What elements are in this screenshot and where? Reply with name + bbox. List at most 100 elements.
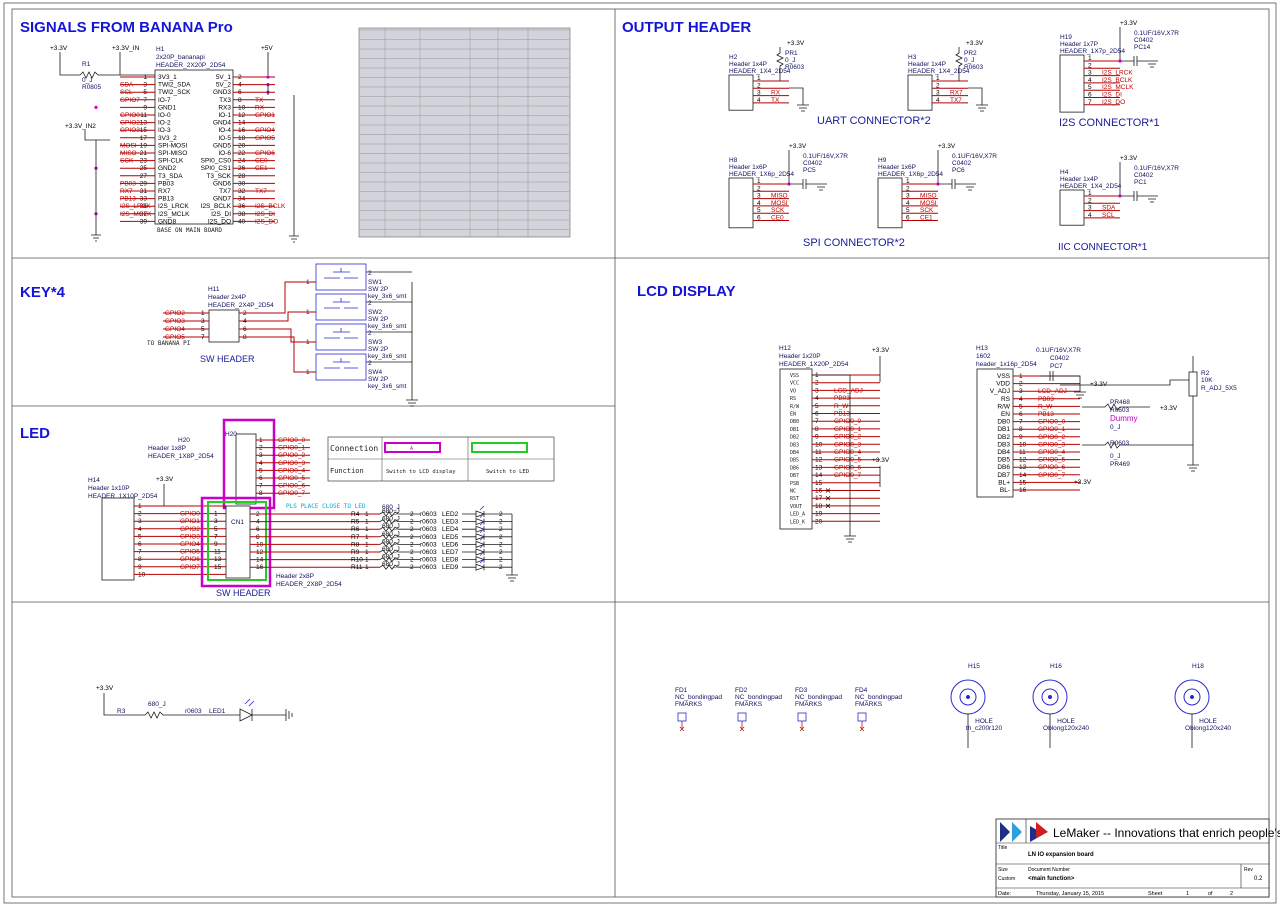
h20-signal: GPIO0_7 [278,490,305,497]
led-symbol [462,540,512,548]
section-title-output: OUTPUT HEADER [622,19,751,36]
h3-signal: RX7 [950,90,963,97]
i2s-label: I2S CONNECTOR*1 [1059,117,1160,129]
h1-pin-name: 5V_2 [216,82,232,89]
h20-ref: H20 [225,431,237,438]
res-value: 680_J [382,538,400,545]
h13-pin-name: DB1 [997,426,1010,433]
h4-signal: SCL [1102,212,1115,219]
r3-footprint: r0603 [185,708,202,715]
h19-signal: I2S_LRCK [1102,70,1133,77]
h3-ref: H3 [908,54,917,61]
section-title-key: KEY*4 [20,284,66,301]
power-3v3: +3.3V [789,143,807,150]
h1-footprint: HEADER_2X20P_2D54 [156,62,226,69]
h9-signal: SCK [920,207,934,214]
h13-signal: GPIO0_2 [1038,434,1065,441]
h12-value: Header 1x20P [779,353,821,360]
section-title-led: LED [20,425,50,442]
h1-pin-name: I2S_DI [211,211,231,218]
pr468-dummy: Dummy [1110,414,1138,423]
h12-pin-name: DB5 [790,458,799,464]
h19-value: Header 1x7P [1060,41,1098,48]
res-footprint: r0603 [420,557,437,564]
switch-body [315,353,367,381]
h1-pin-name: I2S_BCLK [201,203,232,210]
h3-value: Header 1x4P [908,61,946,68]
cn1-title: SW HEADER [216,588,271,598]
size-value: Custom [998,876,1015,882]
h1-pin-name: IO-0 [158,112,171,119]
pr468-value: 0_J [1110,424,1120,431]
h1-ref: H1 [156,46,165,53]
h9-spi-header: H9Header 1x6PHEADER_1X6p_2D54123 MISO 4 MOS… [877,143,997,229]
h14-ref: H14 [88,477,100,484]
h19-pin-num: 5 [1088,84,1092,91]
junction-dot [787,182,791,186]
power-3v3: +3.3V [1120,155,1138,162]
h19-signal: I2S_MCLK [1102,84,1134,91]
cn1-pin-num: 7 [214,533,218,540]
pr469-footprint: R0603 [1110,440,1130,447]
led1-3v3: +3.3V [96,685,114,692]
h3-pin-num: 2 [936,82,940,89]
h12-pin-name: NC [790,489,796,495]
h8-signal: SCK [771,207,785,214]
power-3v3: +3.3V [787,40,805,47]
h1-left-signal: GPIO2 [120,120,140,127]
r2-body [1188,371,1198,397]
res-value: 680_J [382,531,400,538]
hole-center [1048,695,1052,699]
res-pin: 2 [410,549,414,556]
h19-cap-val: 0.1UF/16V,X7R [1134,30,1179,37]
h1-pin-name: IO-4 [218,127,231,134]
h12-pin-name: LED_A [790,512,805,518]
switch-footprint: key_3x6_smt [368,383,406,390]
company-name: LeMaker -- Innovations that enrich peopl… [1053,826,1280,840]
h8-cap-ref: PC5 [803,167,816,174]
switch-footprint: key_3x6_smt [368,353,406,360]
mark-footprint: FMARKS [675,701,703,708]
res-ref: R4 [351,511,360,518]
res-pin: 1 [365,557,369,564]
h14-signal: GPIO3 [180,533,200,540]
led-symbol [462,563,512,571]
key-pin-num: 7 [201,334,205,341]
ground-symbol [968,87,988,112]
h20-signal: GPIO0_4 [278,467,305,474]
title-block: LeMaker -- Innovations that enrich peopl… [995,818,1280,898]
h12-pin-name: RS [790,396,796,402]
schematic-sheet: SIGNALS FROM BANANA Pro OUTPUT HEADER KE… [3,2,1280,904]
led-light-icon [479,505,485,511]
h2-pin-num: 1 [757,75,761,82]
h13-pin-name: DB5 [997,457,1010,464]
h13-signal: LCD_ADJ [1038,388,1067,395]
r2-ref: R2 [1201,370,1210,377]
key-pin-num: 5 [201,326,205,333]
h9-pin-num: 5 [906,207,910,214]
power-3v3: +3.3V [966,40,984,47]
h1-pin-name: TX3 [219,97,231,104]
hole-value: HOLE [1057,718,1075,725]
led-ref: LED8 [442,557,459,564]
h1-left-signal: GPIO0 [120,112,140,119]
lcd-section: H12 Header 1x20P HEADER_1X20P_2D54 VSS 1V… [779,345,1237,543]
h8-ref: H8 [729,157,738,164]
h12-pin-name: DB6 [790,465,799,471]
hole-ref: H15 [968,663,980,670]
mark-ref: FD4 [855,687,868,694]
h13-pin-name: DB3 [997,441,1010,448]
mark-value: NC_bondingpad [735,694,782,701]
h1-pin-name: RX7 [158,188,171,195]
h1-pin-name: I2S_LRCK [158,203,189,210]
h12-signal: LCD_ADJ [834,387,863,394]
h1-note: BASE ON MAIN BOARD [157,227,222,234]
h12-pin-name: DB1 [790,427,799,433]
h20-signal: GPIO0_3 [278,460,305,467]
res-pin: 1 [365,534,369,541]
led-symbol [462,556,512,564]
h1-pin-name: IO-5 [218,135,231,142]
h3-pr-ref: PR2 [964,50,977,57]
res-pin: 1 [365,564,369,571]
h1-left-signal: I2S_LRCK [120,203,151,210]
